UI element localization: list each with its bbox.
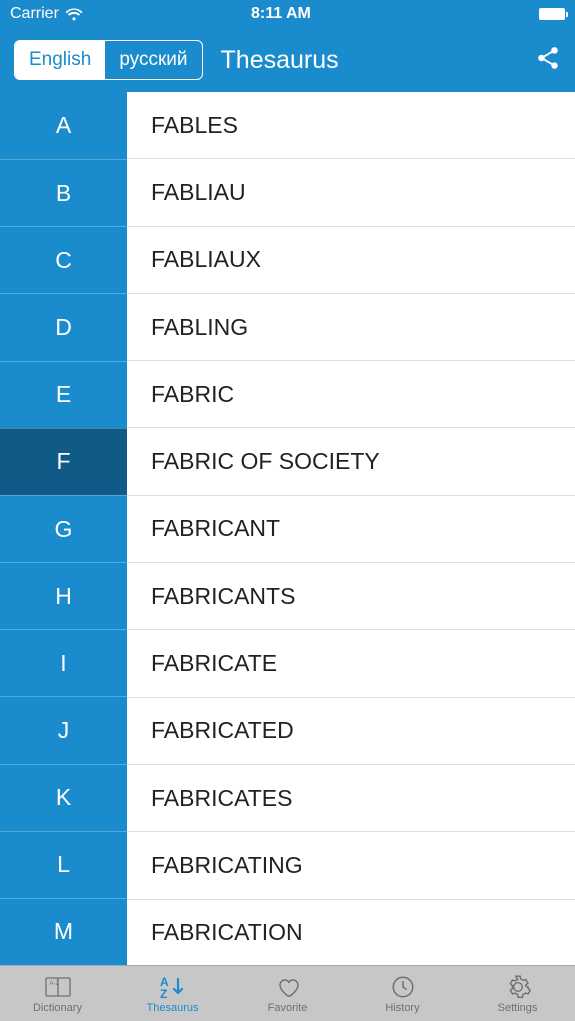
index-letter-h[interactable]: H — [0, 562, 127, 629]
content-area: ABCDEFGHIJKLM FABLESFABLIAUFABLIAUXFABLI… — [0, 92, 575, 965]
word-item[interactable]: FABLIAUX — [127, 227, 575, 294]
index-letter-m[interactable]: M — [0, 898, 127, 965]
word-item[interactable]: FABRICATES — [127, 765, 575, 832]
word-item[interactable]: FABRIC OF SOCIETY — [127, 428, 575, 495]
status-time: 8:11 AM — [23, 5, 539, 23]
word-item[interactable]: FABLING — [127, 294, 575, 361]
book-icon: A-Z — [45, 974, 71, 1000]
tab-label: History — [385, 1002, 419, 1014]
lang-english-button[interactable]: English — [15, 41, 105, 79]
index-letter-i[interactable]: I — [0, 629, 127, 696]
index-letter-e[interactable]: E — [0, 361, 127, 428]
word-item[interactable]: FABRICATE — [127, 630, 575, 697]
word-item[interactable]: FABLIAU — [127, 159, 575, 226]
status-bar: Carrier 8:11 AM — [0, 0, 575, 28]
word-item[interactable]: FABRICATION — [127, 900, 575, 965]
tab-thesaurus[interactable]: AZ Thesaurus — [115, 966, 230, 1021]
language-segment: English русский — [14, 40, 203, 80]
nav-bar: English русский Thesaurus — [0, 28, 575, 92]
word-item[interactable]: FABRICANTS — [127, 563, 575, 630]
index-letter-l[interactable]: L — [0, 831, 127, 898]
svg-text:Z: Z — [160, 987, 167, 999]
az-sort-icon: AZ — [158, 974, 188, 1000]
tab-dictionary[interactable]: A-Z Dictionary — [0, 966, 115, 1021]
tab-label: Dictionary — [33, 1002, 82, 1014]
status-right — [539, 8, 565, 20]
svg-text:A-Z: A-Z — [49, 981, 59, 987]
word-item[interactable]: FABRICATING — [127, 832, 575, 899]
index-letter-k[interactable]: K — [0, 764, 127, 831]
index-letter-d[interactable]: D — [0, 293, 127, 360]
index-letter-c[interactable]: C — [0, 226, 127, 293]
index-letter-b[interactable]: B — [0, 159, 127, 226]
tab-settings[interactable]: Settings — [460, 966, 575, 1021]
tab-label: Favorite — [268, 1002, 308, 1014]
index-letter-j[interactable]: J — [0, 696, 127, 763]
gear-icon — [505, 974, 531, 1000]
word-item[interactable]: FABRIC — [127, 361, 575, 428]
clock-icon — [390, 974, 416, 1000]
index-letter-f[interactable]: F — [0, 428, 127, 495]
word-item[interactable]: FABLES — [127, 92, 575, 159]
share-icon[interactable] — [535, 45, 561, 76]
battery-icon — [539, 8, 565, 20]
tab-bar: A-Z Dictionary AZ Thesaurus Favorite His… — [0, 965, 575, 1021]
heart-icon — [275, 974, 301, 1000]
tab-history[interactable]: History — [345, 966, 460, 1021]
tab-label: Settings — [498, 1002, 538, 1014]
lang-russian-button[interactable]: русский — [105, 41, 201, 79]
tab-favorite[interactable]: Favorite — [230, 966, 345, 1021]
page-title: Thesaurus — [221, 46, 339, 75]
index-letter-a[interactable]: A — [0, 92, 127, 159]
word-item[interactable]: FABRICANT — [127, 496, 575, 563]
alphabet-index[interactable]: ABCDEFGHIJKLM — [0, 92, 127, 965]
word-list[interactable]: FABLESFABLIAUFABLIAUXFABLINGFABRICFABRIC… — [127, 92, 575, 965]
index-letter-g[interactable]: G — [0, 495, 127, 562]
word-item[interactable]: FABRICATED — [127, 698, 575, 765]
tab-label: Thesaurus — [147, 1002, 199, 1014]
